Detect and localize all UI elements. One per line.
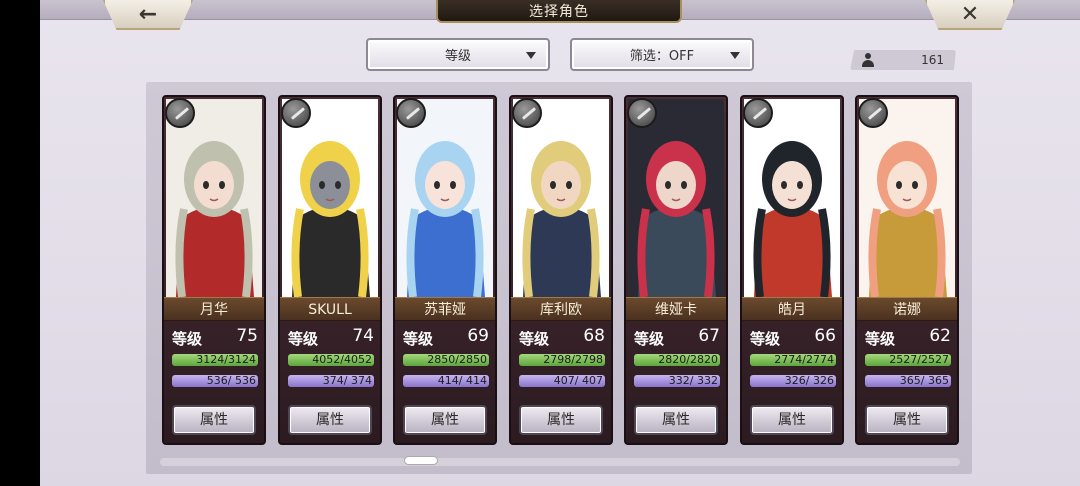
- scrollbar-thumb[interactable]: [404, 456, 438, 465]
- character-name: 维娅卡: [626, 297, 726, 321]
- sort-value: 等级: [444, 49, 471, 64]
- level-row: 等级 68: [517, 326, 607, 350]
- character-portrait: [166, 99, 262, 297]
- weapon-type-icon: [396, 98, 426, 128]
- weapon-type-icon: [512, 98, 542, 128]
- character-name: 苏菲娅: [395, 297, 495, 321]
- level-label: 等级: [519, 330, 550, 348]
- roster-count-badge: 161: [850, 50, 956, 70]
- level-label: 等级: [865, 330, 896, 348]
- character-card[interactable]: 库利欧 等级 68 2798/2798 407/ 407 属性: [509, 95, 613, 445]
- attributes-button[interactable]: 属性: [172, 405, 256, 435]
- game-screen: ← ✕ 选择角色 等级 筛选：OFF 161 月华 等级 75 3124/312…: [0, 0, 1080, 486]
- character-card[interactable]: SKULL 等级 74 4052/4052 374/ 374 属性: [278, 95, 382, 445]
- level-row: 等级 67: [632, 326, 722, 350]
- character-name: 月华: [164, 297, 264, 321]
- level-value: 74: [352, 326, 374, 346]
- mp-bar: 374/ 374: [288, 375, 374, 387]
- portrait-art: [859, 99, 955, 297]
- hp-bar: 2527/2527: [865, 354, 951, 366]
- close-icon: ✕: [960, 1, 980, 27]
- character-portrait: [628, 99, 724, 297]
- mp-bar: 365/ 365: [865, 375, 951, 387]
- weapon-type-icon: [743, 98, 773, 128]
- level-value: 62: [929, 326, 951, 346]
- hp-bar: 2774/2774: [750, 354, 836, 366]
- level-value: 75: [236, 326, 258, 346]
- level-label: 等级: [172, 330, 203, 348]
- portrait-art: [744, 99, 840, 297]
- character-name: 诺娜: [857, 297, 957, 321]
- weapon-type-icon: [281, 98, 311, 128]
- hp-bar: 4052/4052: [288, 354, 374, 366]
- chevron-down-icon: [526, 52, 536, 59]
- level-value: 68: [583, 326, 605, 346]
- portrait-art: [397, 99, 493, 297]
- character-portrait: [744, 99, 840, 297]
- weapon-type-icon: [627, 98, 657, 128]
- weapon-type-icon: [165, 98, 195, 128]
- hp-bar: 3124/3124: [172, 354, 258, 366]
- attributes-button[interactable]: 属性: [403, 405, 487, 435]
- chevron-down-icon: [730, 52, 740, 59]
- level-label: 等级: [403, 330, 434, 348]
- filter-value: 筛选：OFF: [629, 49, 695, 64]
- mp-bar: 414/ 414: [403, 375, 489, 387]
- character-name: SKULL: [280, 297, 380, 321]
- mp-bar: 536/ 536: [172, 375, 258, 387]
- character-card[interactable]: 月华 等级 75 3124/3124 536/ 536 属性: [162, 95, 266, 445]
- mp-bar: 332/ 332: [634, 375, 720, 387]
- hp-bar: 2850/2850: [403, 354, 489, 366]
- character-portrait: [859, 99, 955, 297]
- level-value: 67: [698, 326, 720, 346]
- character-name: 皓月: [742, 297, 842, 321]
- sort-dropdown[interactable]: 等级: [366, 38, 550, 71]
- character-card[interactable]: 维娅卡 等级 67 2820/2820 332/ 332 属性: [624, 95, 728, 445]
- attributes-button[interactable]: 属性: [750, 405, 834, 435]
- hp-bar: 2798/2798: [519, 354, 605, 366]
- portrait-art: [513, 99, 609, 297]
- character-card[interactable]: 皓月 等级 66 2774/2774 326/ 326 属性: [740, 95, 844, 445]
- level-value: 69: [467, 326, 489, 346]
- page-title-plate: 选择角色: [436, 0, 682, 23]
- attributes-button[interactable]: 属性: [288, 405, 372, 435]
- close-button[interactable]: ✕: [925, 0, 1015, 30]
- page-title: 选择角色: [529, 3, 589, 20]
- character-card[interactable]: 诺娜 等级 62 2527/2527 365/ 365 属性: [855, 95, 959, 445]
- level-value: 66: [814, 326, 836, 346]
- level-row: 等级 66: [748, 326, 838, 350]
- level-row: 等级 74: [286, 326, 376, 350]
- hp-bar: 2820/2820: [634, 354, 720, 366]
- roster-count: 161: [921, 53, 944, 67]
- back-arrow-icon: ←: [138, 1, 158, 27]
- filter-dropdown[interactable]: 筛选：OFF: [570, 38, 754, 71]
- character-portrait: [282, 99, 378, 297]
- attributes-button[interactable]: 属性: [634, 405, 718, 435]
- weapon-type-icon: [858, 98, 888, 128]
- attributes-button[interactable]: 属性: [865, 405, 949, 435]
- back-button[interactable]: ←: [103, 0, 193, 30]
- portrait-art: [628, 99, 724, 297]
- attributes-button[interactable]: 属性: [519, 405, 603, 435]
- level-label: 等级: [750, 330, 781, 348]
- character-portrait: [397, 99, 493, 297]
- scrollbar-track[interactable]: [160, 458, 960, 466]
- character-card[interactable]: 苏菲娅 等级 69 2850/2850 414/ 414 属性: [393, 95, 497, 445]
- mp-bar: 407/ 407: [519, 375, 605, 387]
- character-portrait: [513, 99, 609, 297]
- level-row: 等级 75: [170, 326, 260, 350]
- level-label: 等级: [288, 330, 319, 348]
- portrait-art: [166, 99, 262, 297]
- portrait-art: [282, 99, 378, 297]
- mp-bar: 326/ 326: [750, 375, 836, 387]
- level-row: 等级 62: [863, 326, 953, 350]
- character-name: 库利欧: [511, 297, 611, 321]
- person-icon: [862, 53, 874, 67]
- level-row: 等级 69: [401, 326, 491, 350]
- level-label: 等级: [634, 330, 665, 348]
